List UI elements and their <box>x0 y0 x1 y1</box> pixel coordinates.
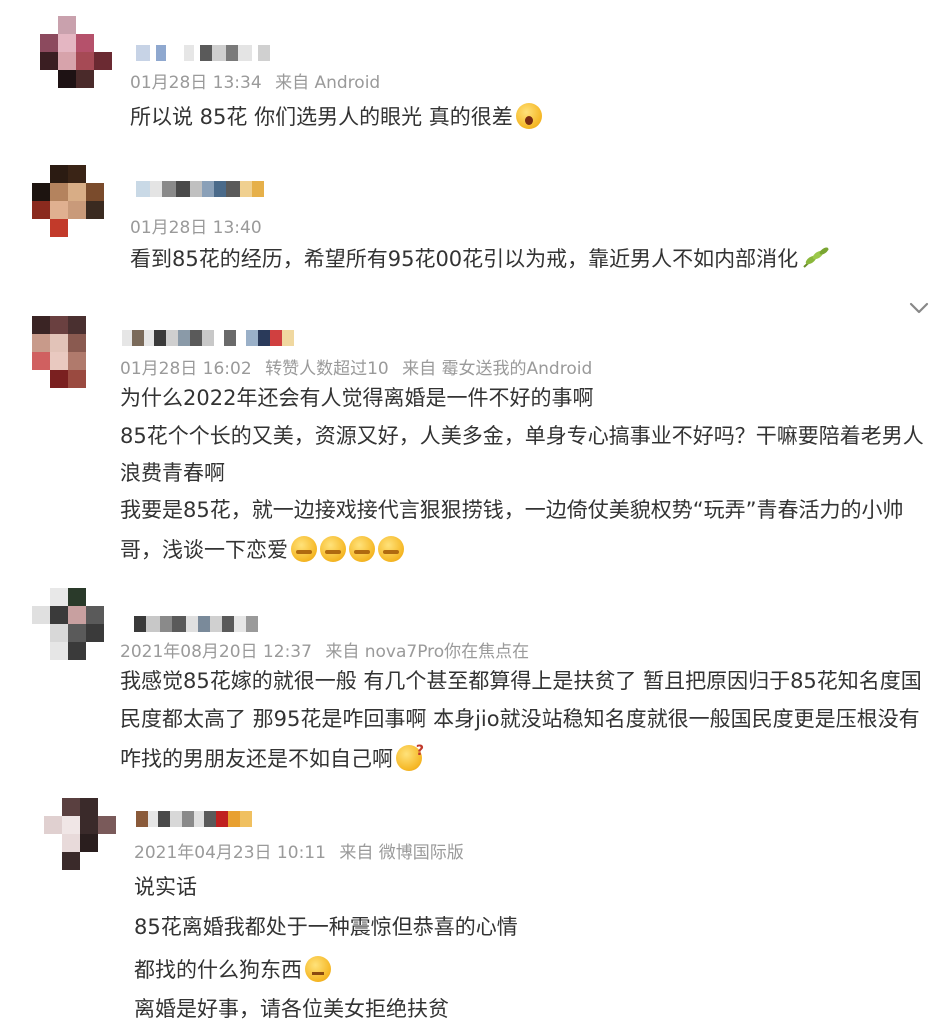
username-mosaic[interactable] <box>136 811 252 827</box>
comment-source: 来自 nova7Pro你在焦点在 <box>325 642 530 662</box>
comment-text: 都找的什么狗东西 <box>134 956 331 982</box>
comment-line: 看到85花的经历，希望所有95花00花引以为戒，靠近男人不如内部消化 <box>130 247 799 271</box>
comment-meta: 01月28日 13:34 来自 Android <box>130 68 388 93</box>
comment-line: 离婚是好事，请各位美女拒绝扶贫 <box>134 997 449 1021</box>
comment-source: 来自 Android <box>275 73 381 93</box>
username-mosaic[interactable] <box>122 330 294 346</box>
comment-time: 2021年04月23日 10:11 <box>134 843 326 863</box>
comment-time: 2021年08月20日 12:37 <box>120 642 312 662</box>
comment-line: 我要是85花，就一边接戏接代言狠狠捞钱，一边倚仗美貌权势“玩弄”青春活力的小帅 <box>120 498 904 522</box>
comment-meta: 2021年04月23日 10:11 来自 微博国际版 <box>134 838 472 863</box>
username-mosaic[interactable] <box>136 45 270 61</box>
comment-line: 浪费青春啊 <box>120 461 225 485</box>
avatar[interactable] <box>32 588 104 660</box>
comment-meta: 2021年08月20日 12:37 来自 nova7Pro你在焦点在 <box>120 637 537 662</box>
comment-text: 看到85花的经历，希望所有95花00花引以为戒，靠近男人不如内部消化 <box>130 247 830 271</box>
thinking-face-icon <box>378 536 404 562</box>
comment-extra: 转赞人数超过10 <box>265 359 389 379</box>
comment-meta: 01月28日 13:40 <box>130 213 270 238</box>
avatar[interactable] <box>32 316 104 388</box>
comment-text: 咋找的男朋友还是不如自己啊 <box>120 739 424 771</box>
avatar[interactable] <box>32 165 104 237</box>
username-mosaic[interactable] <box>134 616 258 632</box>
comment-line: 哥，浅谈一下恋爱 <box>120 538 288 562</box>
comment-line: 为什么2022年还会有人觉得离婚是一件不好的事啊 <box>120 386 594 410</box>
leaf-icon <box>803 247 829 268</box>
comment-line: 说实话 <box>134 875 197 899</box>
thinking-face-icon <box>349 536 375 562</box>
comment-line: 我感觉85花嫁的就很一般 有几个甚至都算得上是扶贫了 暂且把原因归于85花知名度… <box>120 669 922 693</box>
question-face-icon <box>396 739 424 771</box>
comment-line: 民度都太高了 那95花是咋回事啊 本身jio就没站稳知名度就很一般国民度更是压根… <box>120 707 920 731</box>
comment-line: 85花个个长的又美，资源又好，人美多金，单身专心搞事业不好吗？干嘛要陪着老男人 <box>120 424 924 448</box>
comment-line: 都找的什么狗东西 <box>134 958 302 982</box>
thinking-face-icon <box>291 536 317 562</box>
username-mosaic[interactable] <box>136 181 264 197</box>
comment-time: 01月28日 13:40 <box>130 218 262 238</box>
comment-time: 01月28日 16:02 <box>120 359 252 379</box>
comment-text: 所以说 85花 你们选男人的眼光 真的很差 <box>130 103 542 129</box>
comment-meta: 01月28日 16:02 转赞人数超过10 来自 霉女送我的Android <box>120 354 600 379</box>
comment-line: 咋找的男朋友还是不如自己啊 <box>120 747 393 771</box>
thinking-face-icon <box>320 536 346 562</box>
meh-face-icon <box>305 956 331 982</box>
avatar[interactable] <box>40 16 112 88</box>
comment-source: 来自 微博国际版 <box>339 843 464 863</box>
avatar[interactable] <box>44 798 116 870</box>
comment-source: 来自 霉女送我的Android <box>402 359 593 379</box>
comment-time: 01月28日 13:34 <box>130 73 262 93</box>
shocked-face-icon <box>515 103 542 129</box>
chevron-down-icon[interactable] <box>907 298 931 318</box>
comment-line: 所以说 85花 你们选男人的眼光 真的很差 <box>130 105 513 129</box>
comment-text: 哥，浅谈一下恋爱 <box>120 536 404 562</box>
comment-line: 85花离婚我都处于一种震惊但恭喜的心情 <box>134 915 518 939</box>
